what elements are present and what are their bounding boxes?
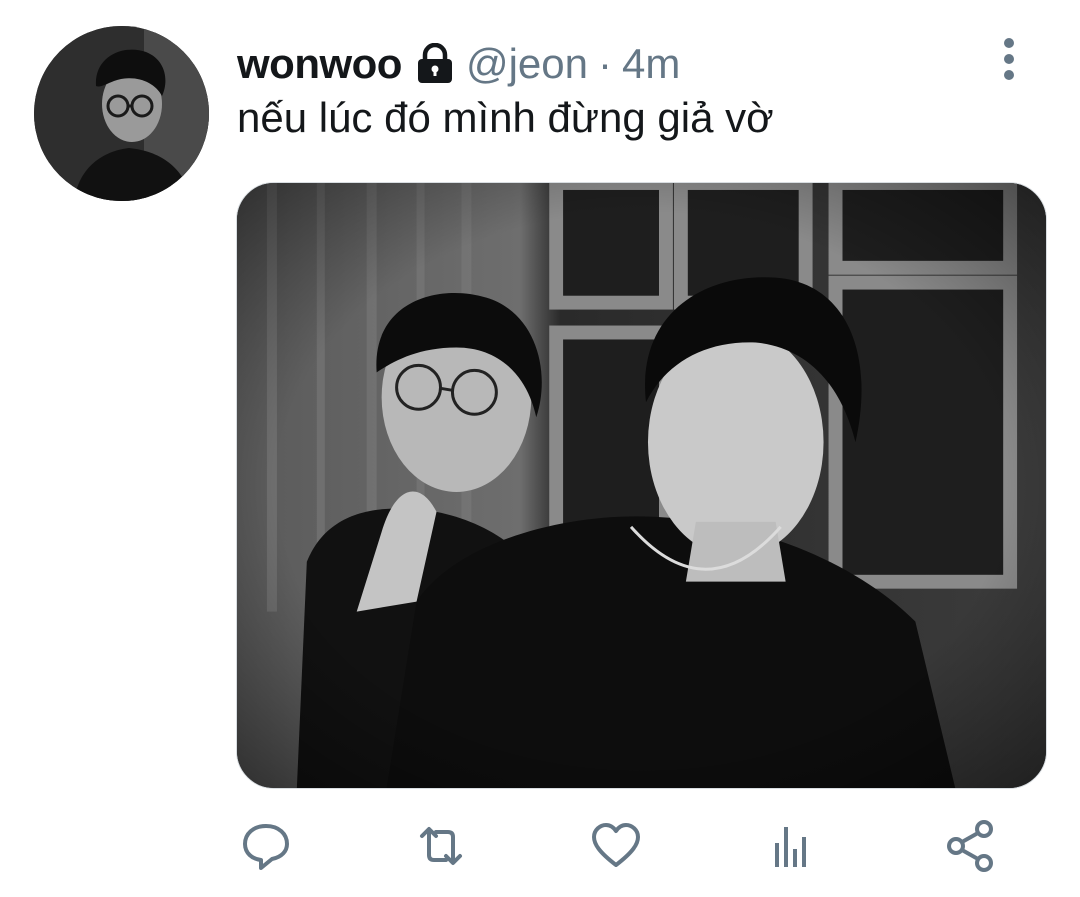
reply-button[interactable]	[236, 816, 296, 876]
avatar[interactable]	[34, 26, 209, 201]
action-bar	[236, 816, 1016, 876]
timestamp[interactable]: 4m	[622, 40, 680, 88]
retweet-icon	[420, 827, 462, 865]
separator-dot: ·	[598, 40, 613, 87]
analytics-button[interactable]	[761, 816, 821, 876]
lock-icon	[414, 42, 456, 85]
avatar-image	[34, 26, 209, 201]
user-handle[interactable]: @jeon	[466, 40, 588, 88]
tweet[interactable]: wonwoo @jeon · 4m nếu lúc đó mình đừng g…	[0, 0, 1080, 897]
share-button[interactable]	[941, 816, 1001, 876]
like-button[interactable]	[586, 816, 646, 876]
retweet-button[interactable]	[411, 816, 471, 876]
heart-icon	[592, 823, 640, 867]
reply-icon	[243, 824, 289, 870]
display-name[interactable]: wonwoo	[237, 40, 402, 88]
tweet-header: wonwoo @jeon · 4m	[237, 36, 680, 92]
photo-image	[237, 183, 1046, 788]
more-vertical-icon[interactable]	[992, 36, 1026, 82]
tweet-photo[interactable]	[236, 182, 1047, 789]
share-icon	[947, 820, 993, 872]
tweet-text: nếu lúc đó mình đừng giả vờ	[237, 94, 774, 141]
analytics-icon	[775, 827, 806, 867]
